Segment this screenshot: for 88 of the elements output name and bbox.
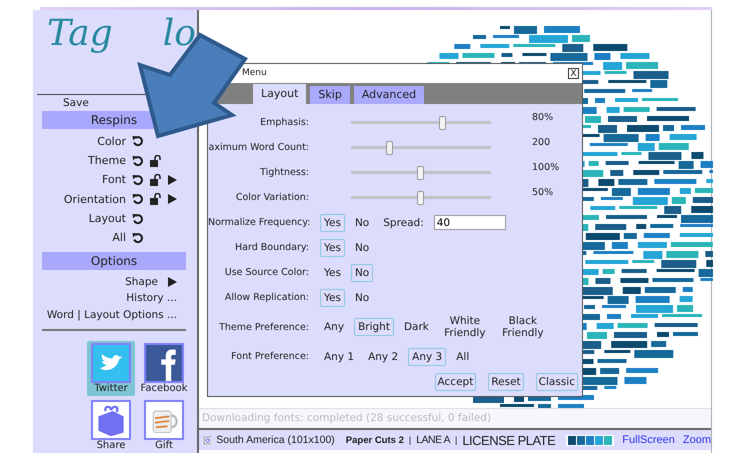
slider-value: 200 [532, 137, 550, 148]
slider-value: 80% [532, 112, 554, 123]
slider-label: Tightness: [259, 167, 309, 178]
close-button[interactable]: X [568, 68, 579, 79]
letter-f-icon [144, 343, 184, 383]
spread-input[interactable]: 40 [434, 215, 506, 230]
separator: | [408, 435, 412, 445]
refresh-icon[interactable] [132, 212, 144, 225]
open-padlock-icon[interactable] [150, 193, 162, 206]
share-tile[interactable]: Twitter [87, 341, 135, 396]
mug-icon [144, 400, 184, 440]
choice-option[interactable]: Yes [320, 264, 345, 282]
font-name[interactable]: LANE A [416, 434, 450, 446]
choice-option[interactable]: Dark [400, 318, 433, 336]
status-message: Downloading fonts: completed (28 successful, 0 failed) [202, 412, 492, 424]
option-label: Theme Preference: [218, 322, 309, 332]
gift-box-icon [91, 400, 131, 440]
choice-option[interactable]: Black Friendly [496, 312, 549, 342]
share-tile[interactable]: Facebook [140, 341, 188, 396]
separator: | [454, 435, 458, 445]
choice-option[interactable]: Any [320, 318, 348, 336]
slider-value: 50% [532, 187, 554, 198]
choice-option[interactable]: All [452, 348, 474, 366]
respin-label[interactable]: Layout [88, 212, 126, 226]
dialog-button[interactable]: Reset [488, 373, 524, 391]
respin-label[interactable]: Font [102, 173, 126, 186]
font-name[interactable]: LICENSE PLATE [462, 432, 556, 448]
choice-option[interactable]: Yes [320, 288, 345, 306]
submenu-triangle-icon[interactable] [168, 276, 177, 287]
color-palette[interactable] [566, 434, 614, 446]
shape-name: South America (101x100) [216, 434, 335, 446]
slider-label: Color Variation: [234, 192, 309, 203]
dialog-button[interactable]: Classic [536, 373, 578, 391]
choice-option[interactable]: No [350, 238, 374, 256]
choice-option[interactable]: Yes [320, 214, 345, 232]
refresh-icon[interactable] [132, 232, 144, 244]
respin-label[interactable]: All [112, 231, 126, 244]
respin-label[interactable]: Color [97, 134, 126, 148]
share-tile[interactable]: Share [87, 398, 135, 453]
choice-option[interactable]: Any 2 [364, 348, 402, 366]
respin-label[interactable]: Theme [88, 154, 126, 168]
option-link[interactable]: History ... [126, 292, 177, 304]
choice-option[interactable]: No [350, 288, 374, 306]
tab[interactable]: Skip [310, 86, 350, 104]
dialog-title: Menu [242, 68, 267, 78]
slider-thumb[interactable] [386, 140, 394, 154]
choice-option[interactable]: Yes [320, 238, 345, 256]
dialog-button[interactable]: Accept [434, 373, 476, 391]
choice-option[interactable]: White Friendly [438, 312, 491, 342]
option-label: Normalize Frequency: [208, 217, 309, 228]
slider-thumb[interactable] [439, 116, 446, 130]
choice-option[interactable]: Any 1 [320, 348, 358, 366]
option-link[interactable]: Shape [125, 276, 158, 288]
choice-option[interactable]: Bright [354, 318, 394, 336]
tab[interactable]: Advanced [354, 86, 424, 104]
option-label: Allow Replication: [224, 292, 309, 303]
slider-thumb[interactable] [417, 190, 424, 204]
tab[interactable]: Layout [253, 84, 306, 104]
share-tile[interactable]: Gift [140, 398, 188, 453]
slider-thumb[interactable] [417, 166, 424, 180]
refresh-icon[interactable] [132, 174, 144, 186]
submenu-triangle-icon[interactable] [168, 194, 177, 204]
section-header: Options [42, 252, 186, 270]
font-name[interactable]: Paper Cuts 2 [346, 434, 404, 446]
logo-text: Tag [47, 12, 113, 56]
save-link[interactable]: Save [63, 96, 89, 109]
logo-text: lo [162, 12, 196, 56]
refresh-icon[interactable] [132, 193, 144, 206]
respin-label[interactable]: Orientation [64, 192, 126, 206]
bird-icon [91, 343, 131, 383]
toolbar-link[interactable]: FullScreen [622, 434, 675, 446]
choice-option[interactable]: No [350, 214, 374, 232]
option-link[interactable]: Word | Layout Options ... [46, 308, 177, 321]
open-padlock-icon[interactable] [150, 174, 162, 186]
option-label: Use Source Color: [224, 267, 309, 278]
submenu-triangle-icon[interactable] [168, 174, 177, 185]
slider-label: aximum Word Count: [208, 142, 309, 153]
open-padlock-icon[interactable] [150, 154, 162, 167]
refresh-icon[interactable] [132, 154, 144, 167]
choice-option[interactable]: No [350, 264, 374, 282]
slider-value: 100% [532, 162, 560, 173]
option-label: Hard Boundary: [234, 242, 309, 253]
slider-label: Emphasis: [259, 117, 309, 128]
spread-label: Spread: [383, 216, 424, 228]
refresh-icon[interactable] [132, 135, 144, 148]
toolbar-link[interactable]: Zoom [682, 434, 711, 446]
option-label: Font Preference: [230, 351, 309, 362]
choice-option[interactable]: Any 3 [408, 348, 446, 366]
